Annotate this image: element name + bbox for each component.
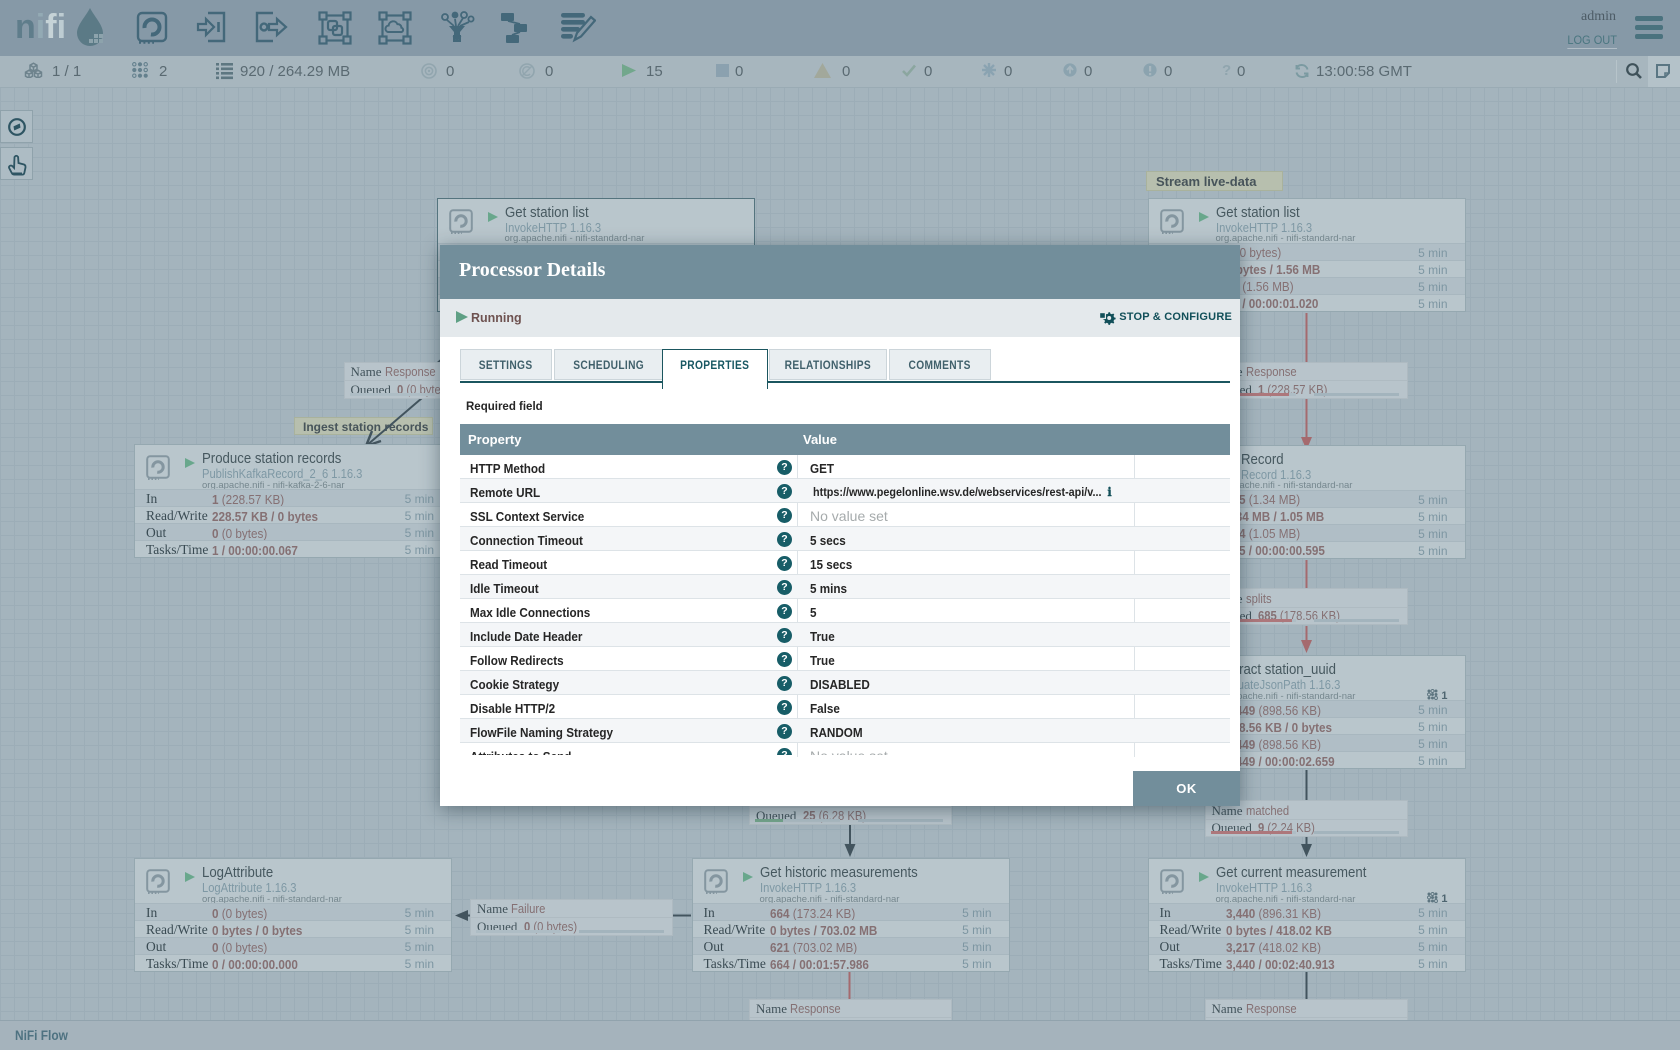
- svg-text:?: ?: [1222, 62, 1231, 78]
